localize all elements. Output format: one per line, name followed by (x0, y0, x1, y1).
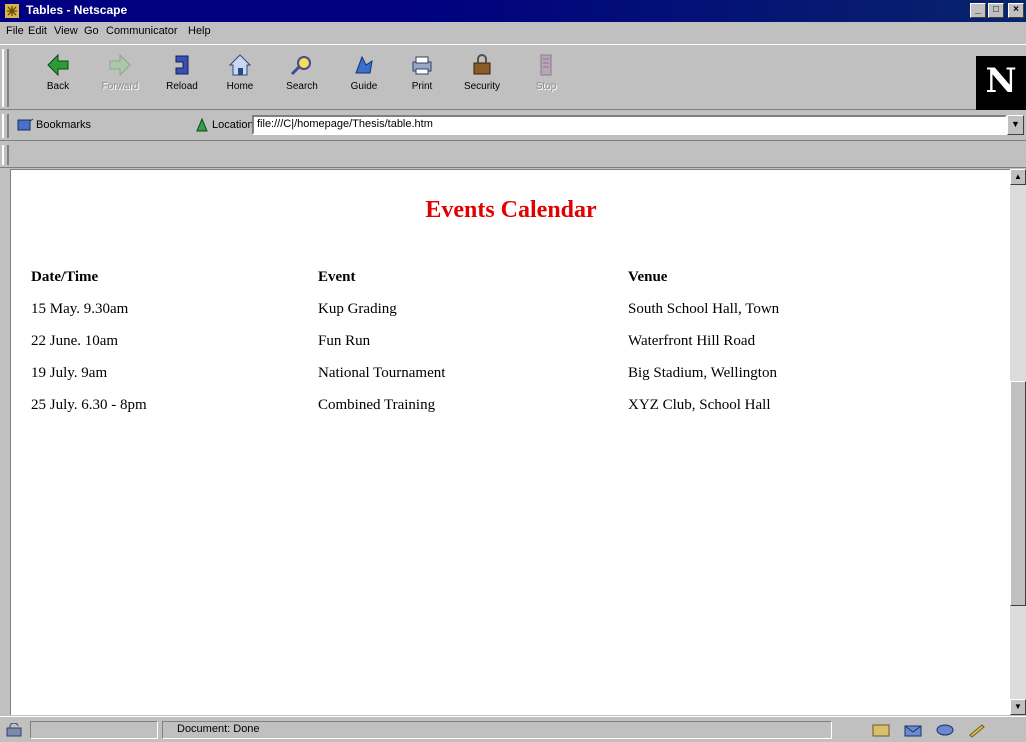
mail-component-icon[interactable] (902, 722, 924, 738)
guide-icon (355, 55, 373, 74)
cell-event: Combined Training (318, 396, 436, 413)
menu-file[interactable]: File (6, 25, 24, 37)
column-header-datetime: Date/Time (31, 268, 99, 285)
table-row: 19 July. 9am National Tournament Big Sta… (31, 357, 928, 389)
print-button[interactable]: Print (396, 51, 448, 105)
menu-bar: File Edit View Go Communicator Help (0, 22, 1026, 42)
back-icon (47, 53, 69, 77)
vertical-scrollbar[interactable]: ▲ ▼ (1010, 169, 1026, 715)
cell-venue: South School Hall, Town (628, 300, 780, 317)
security-lock-icon[interactable] (6, 723, 24, 737)
maximize-button[interactable]: □ (988, 3, 1004, 18)
cell-venue: Big Stadium, Wellington (628, 364, 777, 381)
home-button[interactable]: Home (214, 51, 266, 105)
forward-icon (109, 53, 131, 77)
reload-label: Reload (166, 81, 198, 92)
security-icon (473, 54, 491, 75)
table-row: 22 June. 10am Fun Run Waterfront Hill Ro… (31, 325, 928, 357)
print-icon (412, 56, 432, 75)
security-label: Security (463, 81, 501, 92)
table-row: 15 May. 9.30am Kup Grading South School … (31, 293, 928, 325)
cell-venue: Waterfront Hill Road (628, 332, 756, 349)
discussion-component-icon[interactable] (934, 722, 956, 738)
navigation-toolbar: Back Forward Reload Home Search Guide Pr… (0, 44, 1026, 110)
location-dropdown-button[interactable]: ▼ (1007, 115, 1024, 135)
location-toolbar: Bookmarks Location: file:///C|/homepage/… (0, 111, 1026, 141)
scroll-up-arrow[interactable]: ▲ (1010, 169, 1026, 185)
print-label: Print (411, 81, 433, 92)
home-label: Home (226, 81, 254, 92)
menu-communicator[interactable]: Communicator (106, 25, 178, 37)
menu-help[interactable]: Help (188, 25, 211, 37)
close-button[interactable]: × (1008, 3, 1024, 18)
window-title: Tables - Netscape (26, 3, 128, 17)
search-label: Search (286, 81, 318, 92)
search-button[interactable]: Search (276, 51, 328, 105)
status-bar: Document: Done (0, 716, 1026, 742)
minimize-button[interactable]: _ (970, 3, 986, 18)
personal-toolbar-grip[interactable] (2, 145, 9, 165)
toolbar-grip[interactable] (2, 49, 9, 107)
stop-button[interactable]: Stop (520, 51, 572, 105)
guide-button[interactable]: Guide (338, 51, 390, 105)
forward-button[interactable]: Forward (94, 51, 146, 105)
cell-datetime: 22 June. 10am (31, 332, 119, 349)
scroll-thumb[interactable] (1010, 381, 1026, 606)
location-icon (196, 117, 208, 132)
bookmarks-button[interactable]: Bookmarks (36, 119, 91, 131)
guide-label: Guide (350, 81, 378, 92)
netscape-logo[interactable]: N (976, 56, 1026, 110)
bookmarks-icon (17, 118, 34, 131)
page-content: Events Calendar Date/Time Event Venue 15… (10, 169, 1010, 715)
menu-go[interactable]: Go (84, 25, 99, 37)
stop-label: Stop (535, 81, 557, 92)
status-message: Document: Done (162, 721, 832, 739)
netscape-app-icon (5, 4, 19, 18)
cell-venue: XYZ Club, School Hall (628, 396, 771, 413)
table-header-row: Date/Time Event Venue (31, 261, 928, 293)
reload-icon (175, 55, 189, 75)
location-label: Location: (212, 119, 257, 131)
stop-icon (540, 54, 552, 76)
personal-toolbar (0, 142, 1026, 168)
page-heading: Events Calendar (425, 197, 597, 223)
column-header-venue: Venue (628, 268, 668, 285)
cell-event: Fun Run (318, 332, 371, 349)
back-label: Back (46, 81, 70, 92)
security-button[interactable]: Security (456, 51, 508, 105)
cell-datetime: 15 May. 9.30am (31, 300, 129, 317)
cell-event: National Tournament (318, 364, 446, 381)
location-url-input[interactable]: file:///C|/homepage/Thesis/table.htm (252, 115, 1007, 135)
menu-view[interactable]: View (54, 25, 78, 37)
title-bar: Tables - Netscape _ □ × (0, 0, 1026, 22)
cell-datetime: 25 July. 6.30 - 8pm (31, 396, 147, 413)
menu-edit[interactable]: Edit (28, 25, 47, 37)
home-icon (228, 54, 252, 76)
events-table: Date/Time Event Venue 15 May. 9.30am Kup… (31, 261, 928, 421)
scroll-down-arrow[interactable]: ▼ (1010, 699, 1026, 715)
location-toolbar-grip[interactable] (2, 114, 9, 138)
forward-label: Forward (101, 81, 139, 92)
cell-event: Kup Grading (318, 300, 397, 317)
column-header-event: Event (318, 268, 356, 285)
reload-button[interactable]: Reload (156, 51, 208, 105)
navigator-component-icon[interactable] (870, 722, 892, 738)
search-icon (290, 56, 311, 76)
cell-datetime: 19 July. 9am (31, 364, 108, 381)
back-button[interactable]: Back (32, 51, 84, 105)
table-row: 25 July. 6.30 - 8pm Combined Training XY… (31, 389, 928, 421)
composer-component-icon[interactable] (966, 722, 988, 738)
progress-bar (30, 721, 158, 739)
